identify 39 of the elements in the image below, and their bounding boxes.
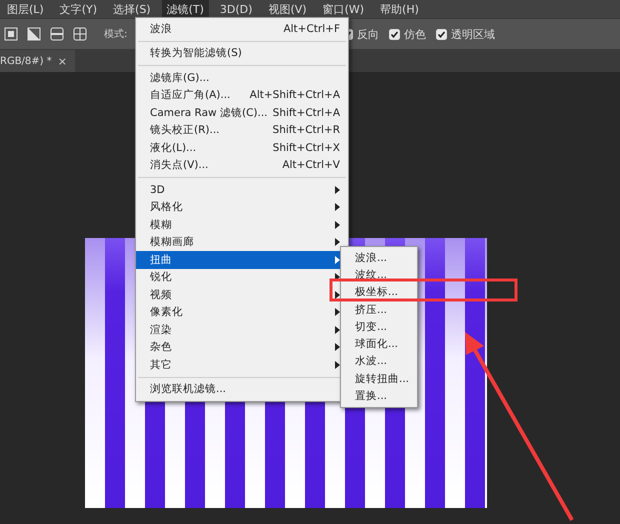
menu-bar-item[interactable]: 图层(L) — [2, 0, 49, 18]
checkbox-label: 反向 — [357, 26, 379, 42]
menu-item[interactable]: 极坐标... — [341, 284, 417, 301]
menu-bar-item[interactable]: 窗口(W) — [318, 0, 370, 18]
submenu-item[interactable]: 模糊画廊 — [136, 234, 348, 251]
menu-bar-item[interactable]: 选择(S) — [108, 0, 156, 18]
submenu-item[interactable]: 3D — [136, 181, 348, 198]
menu-item[interactable]: 滤镜库(G)... — [136, 69, 348, 86]
caret-icon — [335, 203, 340, 212]
menu-bar-item[interactable]: 帮助(H) — [375, 0, 424, 18]
menu-bar-item[interactable]: 文字(Y) — [54, 0, 102, 18]
close-button[interactable]: × — [58, 54, 67, 68]
menu-item[interactable]: 转换为智能滤镜(S) — [136, 44, 348, 62]
checkbox-label: 仿色 — [404, 26, 426, 42]
checkbox-label: 透明区域 — [451, 26, 495, 42]
menu-item[interactable]: 消失点(V)... Alt+Ctrl+V — [136, 156, 348, 174]
menu-item[interactable]: 切变... — [341, 318, 417, 336]
menu-item[interactable]: 液化(L)... Shift+Ctrl+X — [136, 139, 348, 156]
menu-item[interactable]: 波浪 Alt+Ctrl+F — [136, 20, 348, 38]
menu-bar-item[interactable]: 3D(D) — [214, 0, 258, 18]
menu-item[interactable]: 自适应广角(A)... Alt+Shift+Ctrl+A — [136, 86, 348, 104]
caret-icon — [335, 186, 340, 194]
checkbox[interactable] — [436, 28, 447, 40]
submenu-item[interactable]: 模糊 — [136, 216, 348, 234]
menu-item[interactable]: 置换... — [341, 387, 417, 405]
caret-icon — [335, 220, 340, 229]
checkbox[interactable] — [389, 28, 400, 40]
submenu-item[interactable]: 风格化 — [136, 198, 348, 216]
menu-item[interactable]: 镜头校正(R)... Shift+Ctrl+R — [136, 122, 348, 139]
menu-item[interactable]: 水波... — [341, 352, 417, 370]
tab-title: RGB/8#) * — [0, 56, 52, 66]
menu-item[interactable]: Camera Raw 滤镜(C)... Shift+Ctrl+A — [136, 104, 348, 122]
menu-item[interactable]: 旋转扭曲... — [341, 370, 417, 388]
menu-item[interactable]: 球面化... — [341, 335, 417, 353]
mode-label: 模式: — [104, 28, 128, 41]
document-tab[interactable]: RGB/8#) * × — [0, 50, 75, 72]
caret-icon — [335, 238, 340, 246]
menu-bar-item[interactable]: 视图(V) — [263, 0, 312, 18]
menu-item[interactable]: 挤压... — [341, 300, 417, 318]
